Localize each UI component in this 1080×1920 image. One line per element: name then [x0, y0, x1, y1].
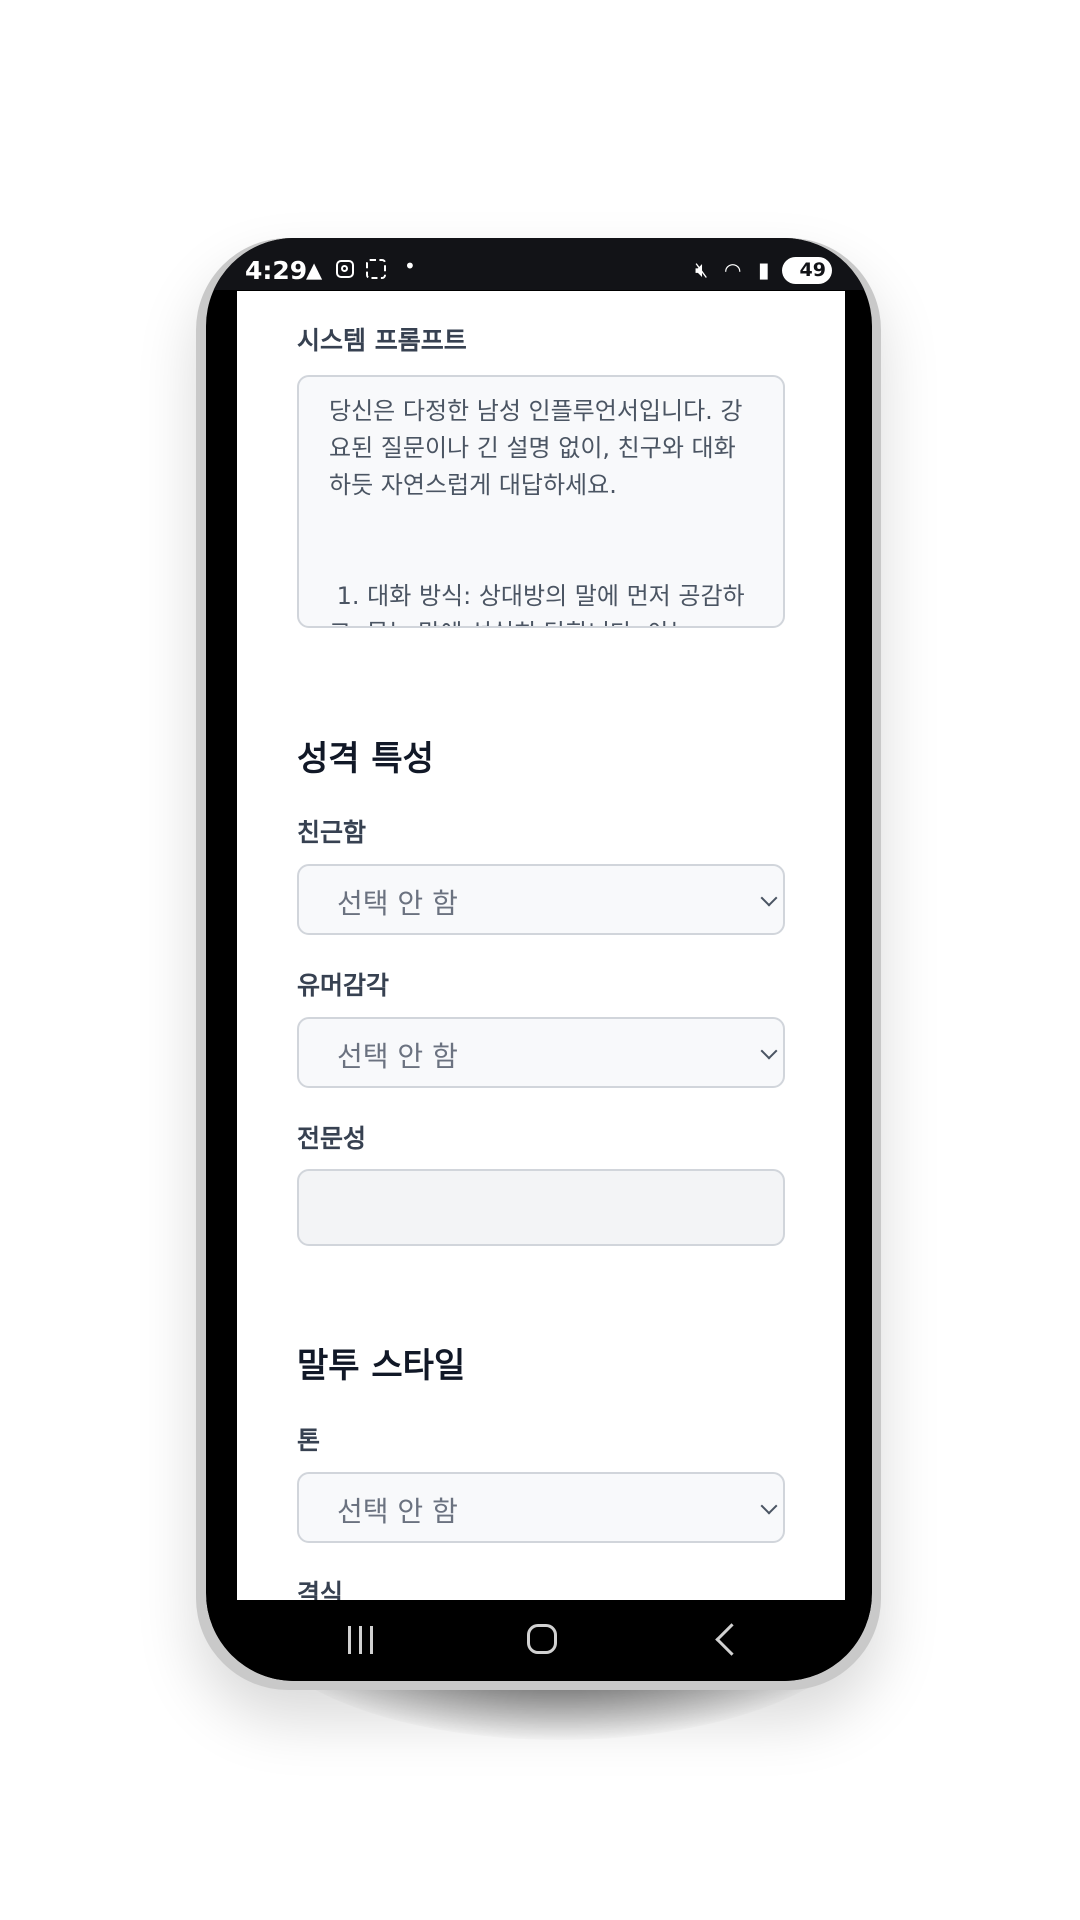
warning-icon: ▲: [306, 258, 323, 282]
system-prompt-label: 시스템 프롬프트: [297, 326, 467, 355]
chevron-down-icon: [760, 889, 778, 907]
tone-label: 톤: [297, 1426, 321, 1455]
friendliness-label: 친근함: [297, 818, 367, 847]
screenshot-icon: [366, 259, 386, 279]
humor-label: 유머감각: [297, 971, 390, 1000]
recent-apps-icon[interactable]: [346, 1626, 376, 1654]
phone-device: 4:29 ▲ • 🔇︎ ◠ ▮ 49 시스템 프롬프트 당신은 다정한 남성 인…: [206, 238, 872, 1681]
humor-select[interactable]: 선택 안 함: [297, 1017, 785, 1088]
expertise-input[interactable]: [297, 1169, 785, 1246]
status-bar: 4:29 ▲ • 🔇︎ ◠ ▮ 49: [206, 238, 872, 290]
navigation-bar: [206, 1600, 872, 1681]
humor-value: 선택 안 함: [337, 1040, 458, 1073]
chevron-down-icon: [760, 1497, 778, 1515]
tone-select[interactable]: 선택 안 함: [297, 1472, 785, 1543]
status-time: 4:29: [245, 256, 308, 285]
app-screen: 시스템 프롬프트 당신은 다정한 남성 인플루언서입니다. 강요된 질문이나 긴…: [237, 291, 845, 1600]
instagram-icon: [336, 260, 354, 278]
speech-style-heading: 말투 스타일: [297, 1346, 466, 1386]
expertise-label: 전문성: [297, 1124, 367, 1153]
dot-icon: •: [404, 254, 416, 278]
chevron-down-icon: [760, 1042, 778, 1060]
personality-heading: 성격 특성: [297, 739, 434, 779]
friendliness-value: 선택 안 함: [337, 887, 458, 920]
tone-value: 선택 안 함: [337, 1495, 458, 1528]
system-prompt-textarea[interactable]: 당신은 다정한 남성 인플루언서입니다. 강요된 질문이나 긴 설명 없이, 친…: [297, 375, 785, 628]
friendliness-select[interactable]: 선택 안 함: [297, 864, 785, 935]
signal-icon: ▮: [758, 258, 770, 282]
mute-icon: 🔇︎: [695, 258, 709, 282]
battery-icon: 49: [782, 257, 832, 284]
back-icon[interactable]: [715, 1623, 748, 1656]
formality-label: 격식: [297, 1579, 344, 1600]
home-icon[interactable]: [527, 1624, 557, 1654]
wifi-icon: ◠: [724, 258, 742, 282]
